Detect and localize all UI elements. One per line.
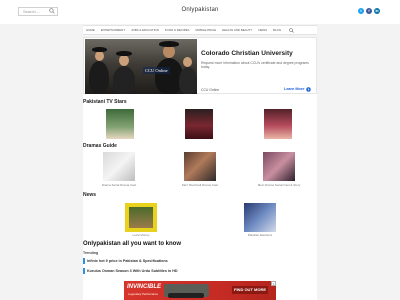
main-nav: HOME ENTERTAINMENT JOBS & EDUCATION FOOD… <box>83 25 317 35</box>
ad-find-out-more-button[interactable]: FIND OUT MORE <box>232 286 268 294</box>
site-title[interactable]: Onlypakistan <box>170 7 230 13</box>
drama-thumbnail[interactable] <box>184 152 216 181</box>
section-title-tv-stars: Pakistani TV Stars <box>83 99 127 105</box>
drama-caption[interactable]: Drama Serial Drama Cast <box>96 183 142 187</box>
nav-item-home[interactable]: HOME <box>86 28 95 32</box>
drama-thumbnail[interactable] <box>263 152 295 181</box>
ad-bottom-subtitle: Legendary Performance <box>128 292 159 296</box>
twitter-icon[interactable]: t <box>358 8 364 14</box>
top-header: Search ... Onlypakistan t f in <box>0 0 400 24</box>
search-icon[interactable] <box>49 8 55 14</box>
nav-search-icon[interactable] <box>289 27 294 33</box>
nav-item-food-recipes[interactable]: FOOD & RECIPES <box>165 28 190 32</box>
ad-bottom-logo: INVINCIBLE <box>127 284 162 290</box>
nav-item-news[interactable]: NEWS <box>258 28 267 32</box>
page-heading: Onlypakistan all you want to know <box>83 241 182 247</box>
facebook-icon[interactable]: f <box>366 8 372 14</box>
nav-item-mobile-price[interactable]: MOBILE PRICE <box>195 28 216 32</box>
trending-item[interactable]: Kurulus Osman Season 3 With Urdu Subtitl… <box>83 268 317 274</box>
close-icon[interactable]: × <box>271 281 276 286</box>
main-content: CCU Online Colorado Christian University… <box>83 37 317 300</box>
tv-star-thumbnail[interactable] <box>185 109 213 139</box>
ad-title[interactable]: Colorado Christian University <box>201 50 293 57</box>
trending-link[interactable]: Infinix hot 9 price in Pakistan & Specif… <box>87 259 168 263</box>
news-caption[interactable]: Local Victory <box>119 233 163 237</box>
ad-brand: CCU Online <box>201 88 220 92</box>
nav-item-entertainment[interactable]: ENTERTAINMENT <box>101 28 125 32</box>
drama-thumbnail[interactable] <box>103 152 135 181</box>
nav-item-blog[interactable]: BLOG <box>273 28 281 32</box>
tv-star-thumbnail[interactable] <box>106 109 134 139</box>
section-title-news: News <box>83 192 97 198</box>
linkedin-icon[interactable]: in <box>374 8 380 14</box>
news-thumbnail[interactable] <box>244 203 276 232</box>
nav-item-health-beauty[interactable]: HEALTH AND BEAUTY <box>222 28 252 32</box>
section-title-dramas: Dramas Guide <box>83 143 117 149</box>
trending-marker <box>83 268 85 274</box>
news-caption[interactable]: Pakistan Elections <box>236 233 284 237</box>
ad-graduation-image[interactable]: CCU Online <box>85 39 197 94</box>
trending-label: Trending <box>83 251 99 255</box>
trending-marker <box>83 258 85 264</box>
drama-caption[interactable]: Meri Shehzadi Drama Cast <box>176 183 224 187</box>
nav-item-jobs-education[interactable]: JOBS & EDUCATION <box>131 28 159 32</box>
tv-star-thumbnail[interactable] <box>264 109 292 139</box>
ad-description: Request more information about CCU's cer… <box>201 61 309 70</box>
trending-link[interactable]: Kurulus Osman Season 3 With Urdu Subtitl… <box>87 269 178 273</box>
ad-learn-more-link[interactable]: Learn More <box>284 87 304 91</box>
trending-item[interactable]: Infinix hot 9 price in Pakistan & Specif… <box>83 258 317 264</box>
ad-banner-bottom[interactable]: INVINCIBLE Legendary Performance FIND OU… <box>124 281 276 300</box>
ad-banner-top[interactable]: CCU Online Colorado Christian University… <box>83 37 317 94</box>
chevron-right-icon[interactable] <box>306 87 311 92</box>
search-placeholder: Search ... <box>23 9 41 14</box>
ad-logo-text: CCU Online <box>143 67 170 74</box>
news-thumbnail[interactable] <box>125 203 157 232</box>
ad-truck-image <box>164 284 209 298</box>
drama-caption[interactable]: Mein Drama Serial Cast & Story <box>253 183 305 187</box>
